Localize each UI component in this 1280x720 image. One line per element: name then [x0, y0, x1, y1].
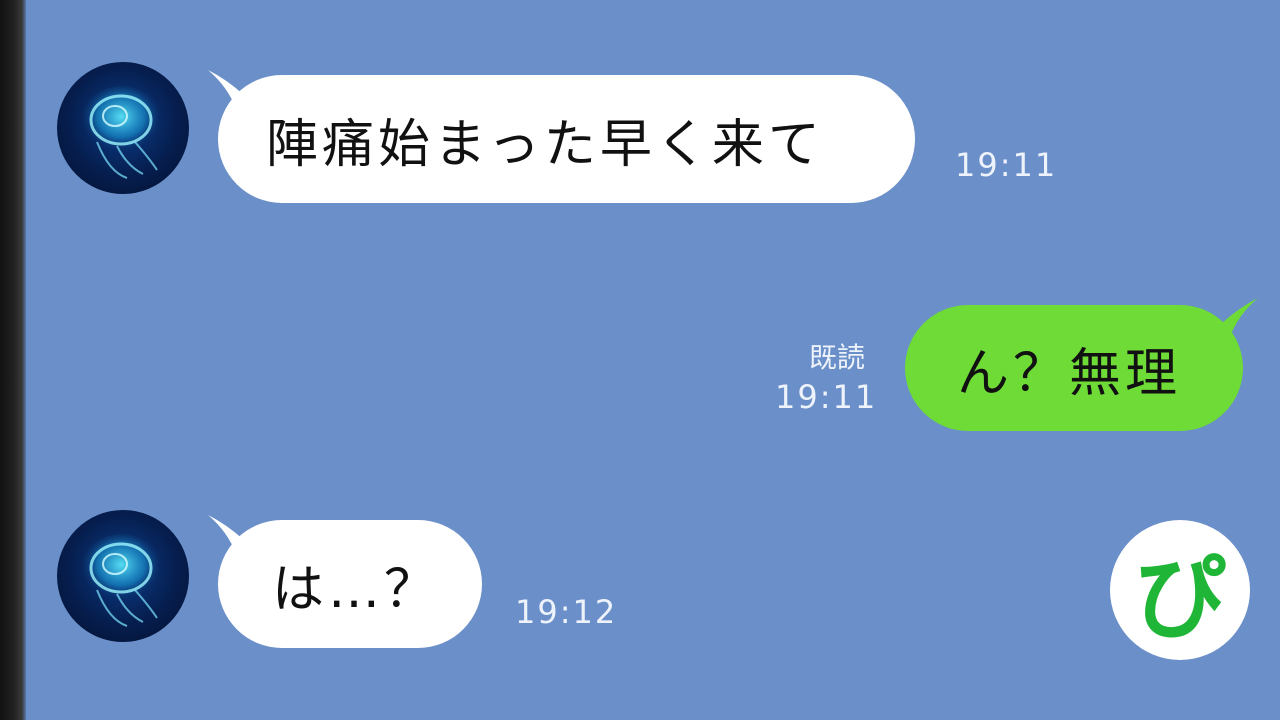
message-text: 陣痛始まった早く来て — [266, 114, 824, 175]
incoming-message-bubble[interactable]: は…？ — [218, 520, 482, 648]
message-text: は…？ — [272, 559, 441, 620]
pi-sticker-badge[interactable]: ぴ — [1110, 520, 1250, 660]
message-timestamp: 19:12 — [515, 593, 618, 631]
incoming-message-bubble[interactable]: 陣痛始まった早く来て — [218, 75, 915, 203]
message-timestamp: 19:11 — [775, 378, 878, 416]
outgoing-bubble-tail — [1222, 298, 1258, 337]
message-timestamp: 19:11 — [955, 146, 1058, 184]
read-receipt: 既読 — [809, 341, 866, 374]
badge-text: ぴ — [1133, 544, 1226, 652]
jellyfish-avatar-icon — [81, 534, 161, 627]
device-frame-edge — [0, 0, 26, 720]
contact-avatar[interactable] — [57, 510, 189, 642]
contact-avatar[interactable] — [57, 62, 189, 194]
message-text: ん？無理 — [957, 343, 1182, 404]
jellyfish-avatar-icon — [81, 86, 161, 179]
outgoing-message-bubble[interactable]: ん？無理 — [905, 305, 1243, 431]
